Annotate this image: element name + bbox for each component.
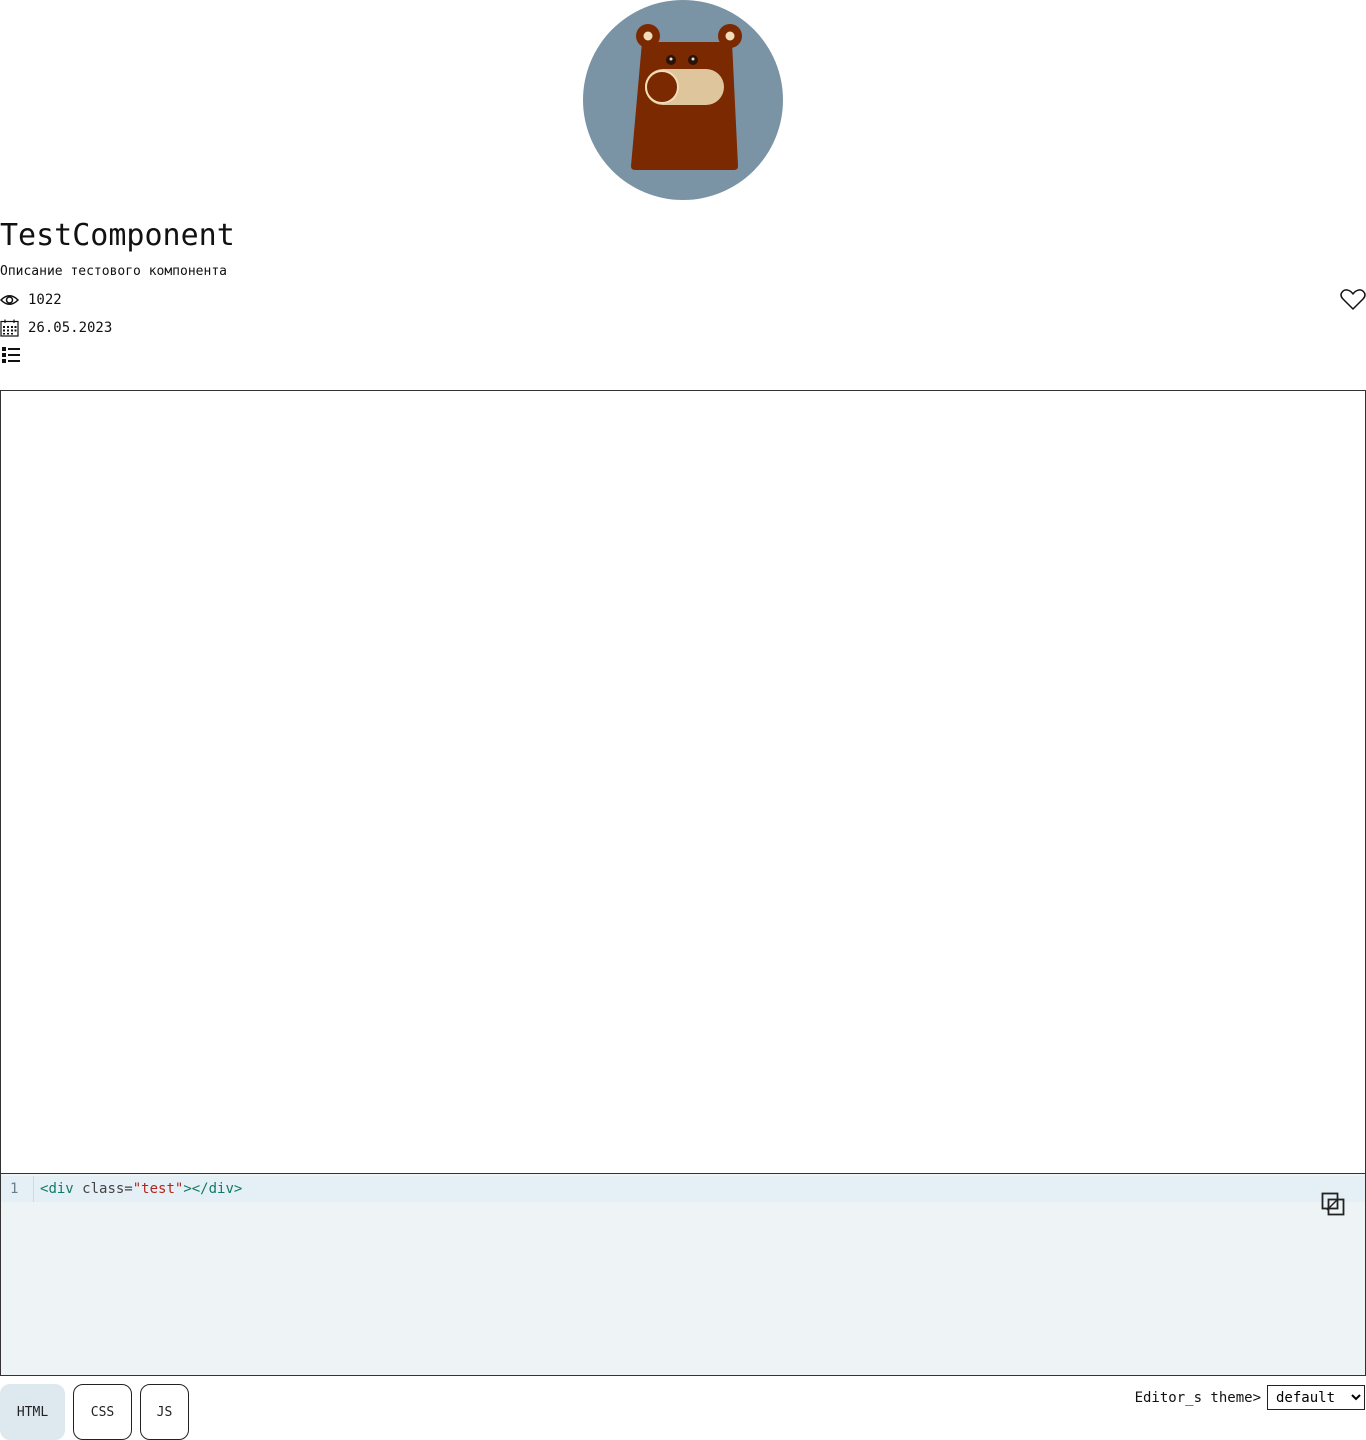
views-count: 1022	[28, 292, 62, 308]
tab-js[interactable]: JS	[140, 1384, 189, 1440]
theme-select[interactable]: default	[1267, 1385, 1365, 1410]
copy-icon	[1321, 1192, 1345, 1216]
eye-icon	[0, 295, 19, 305]
page-title: TestComponent	[0, 218, 235, 253]
code-line[interactable]: 1 <div class="test"></div>	[1, 1176, 1365, 1202]
publish-date: 26.05.2023	[28, 320, 113, 336]
theme-label: Editor_s theme>	[1134, 1389, 1261, 1406]
line-number: 1	[1, 1176, 34, 1202]
views-row: 1022	[0, 290, 62, 310]
tab-html[interactable]: HTML	[0, 1384, 65, 1440]
editor-tabs: HTML CSS JS	[0, 1384, 189, 1440]
code-text[interactable]: <div class="test"></div>	[34, 1181, 242, 1197]
tab-css[interactable]: CSS	[73, 1384, 132, 1440]
component-description: Описание тестового компонента	[0, 264, 227, 279]
like-button[interactable]	[1340, 289, 1366, 311]
calendar-icon	[0, 319, 19, 337]
theme-picker: Editor_s theme> default	[1135, 1385, 1365, 1410]
heart-icon	[1340, 289, 1366, 310]
list-button[interactable]	[2, 346, 22, 366]
preview-frame[interactable]	[0, 390, 1366, 1174]
date-row: 26.05.2023	[0, 318, 112, 338]
list-icon	[2, 347, 20, 363]
code-editor[interactable]: 1 <div class="test"></div>	[0, 1173, 1366, 1376]
copy-button[interactable]	[1321, 1192, 1347, 1218]
bear-toggle-logo	[583, 0, 783, 200]
